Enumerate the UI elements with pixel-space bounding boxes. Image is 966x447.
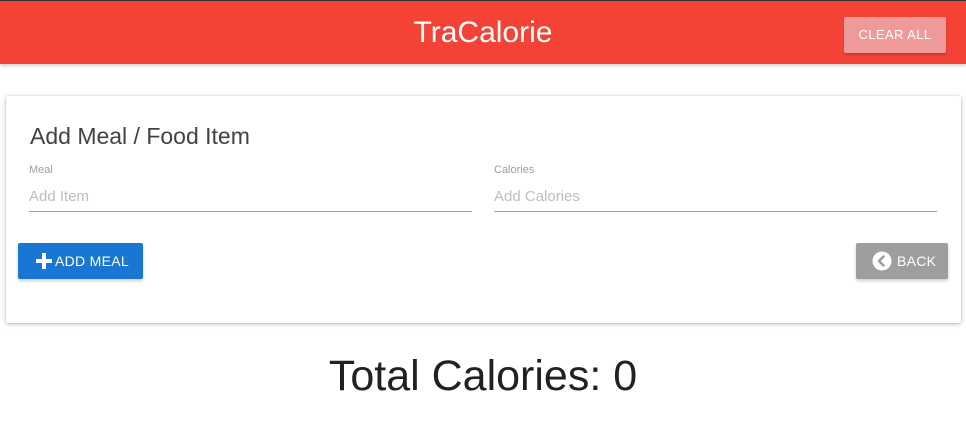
clear-all-button[interactable]: CLEAR ALL [844, 17, 946, 53]
chevron-circle-left-icon [872, 251, 892, 271]
add-meal-button[interactable]: ADD MEAL [18, 243, 143, 279]
total-calories: Total Calories: 0 [328, 352, 638, 400]
back-button[interactable]: BACK [856, 243, 948, 279]
add-meal-card: Add Meal / Food Item Meal Calories ADD M… [6, 96, 961, 323]
meal-label: Meal [29, 164, 53, 176]
plus-icon [36, 253, 52, 269]
meal-input[interactable] [29, 182, 472, 212]
calories-label: Calories [494, 164, 535, 176]
add-meal-label: ADD MEAL [55, 253, 129, 269]
brand-logo[interactable]: TraCalorie [0, 15, 966, 51]
back-label: BACK [897, 253, 937, 269]
calories-input[interactable] [494, 182, 937, 212]
card-title: Add Meal / Food Item [30, 123, 250, 149]
navbar: TraCalorie CLEAR ALL [0, 0, 966, 64]
